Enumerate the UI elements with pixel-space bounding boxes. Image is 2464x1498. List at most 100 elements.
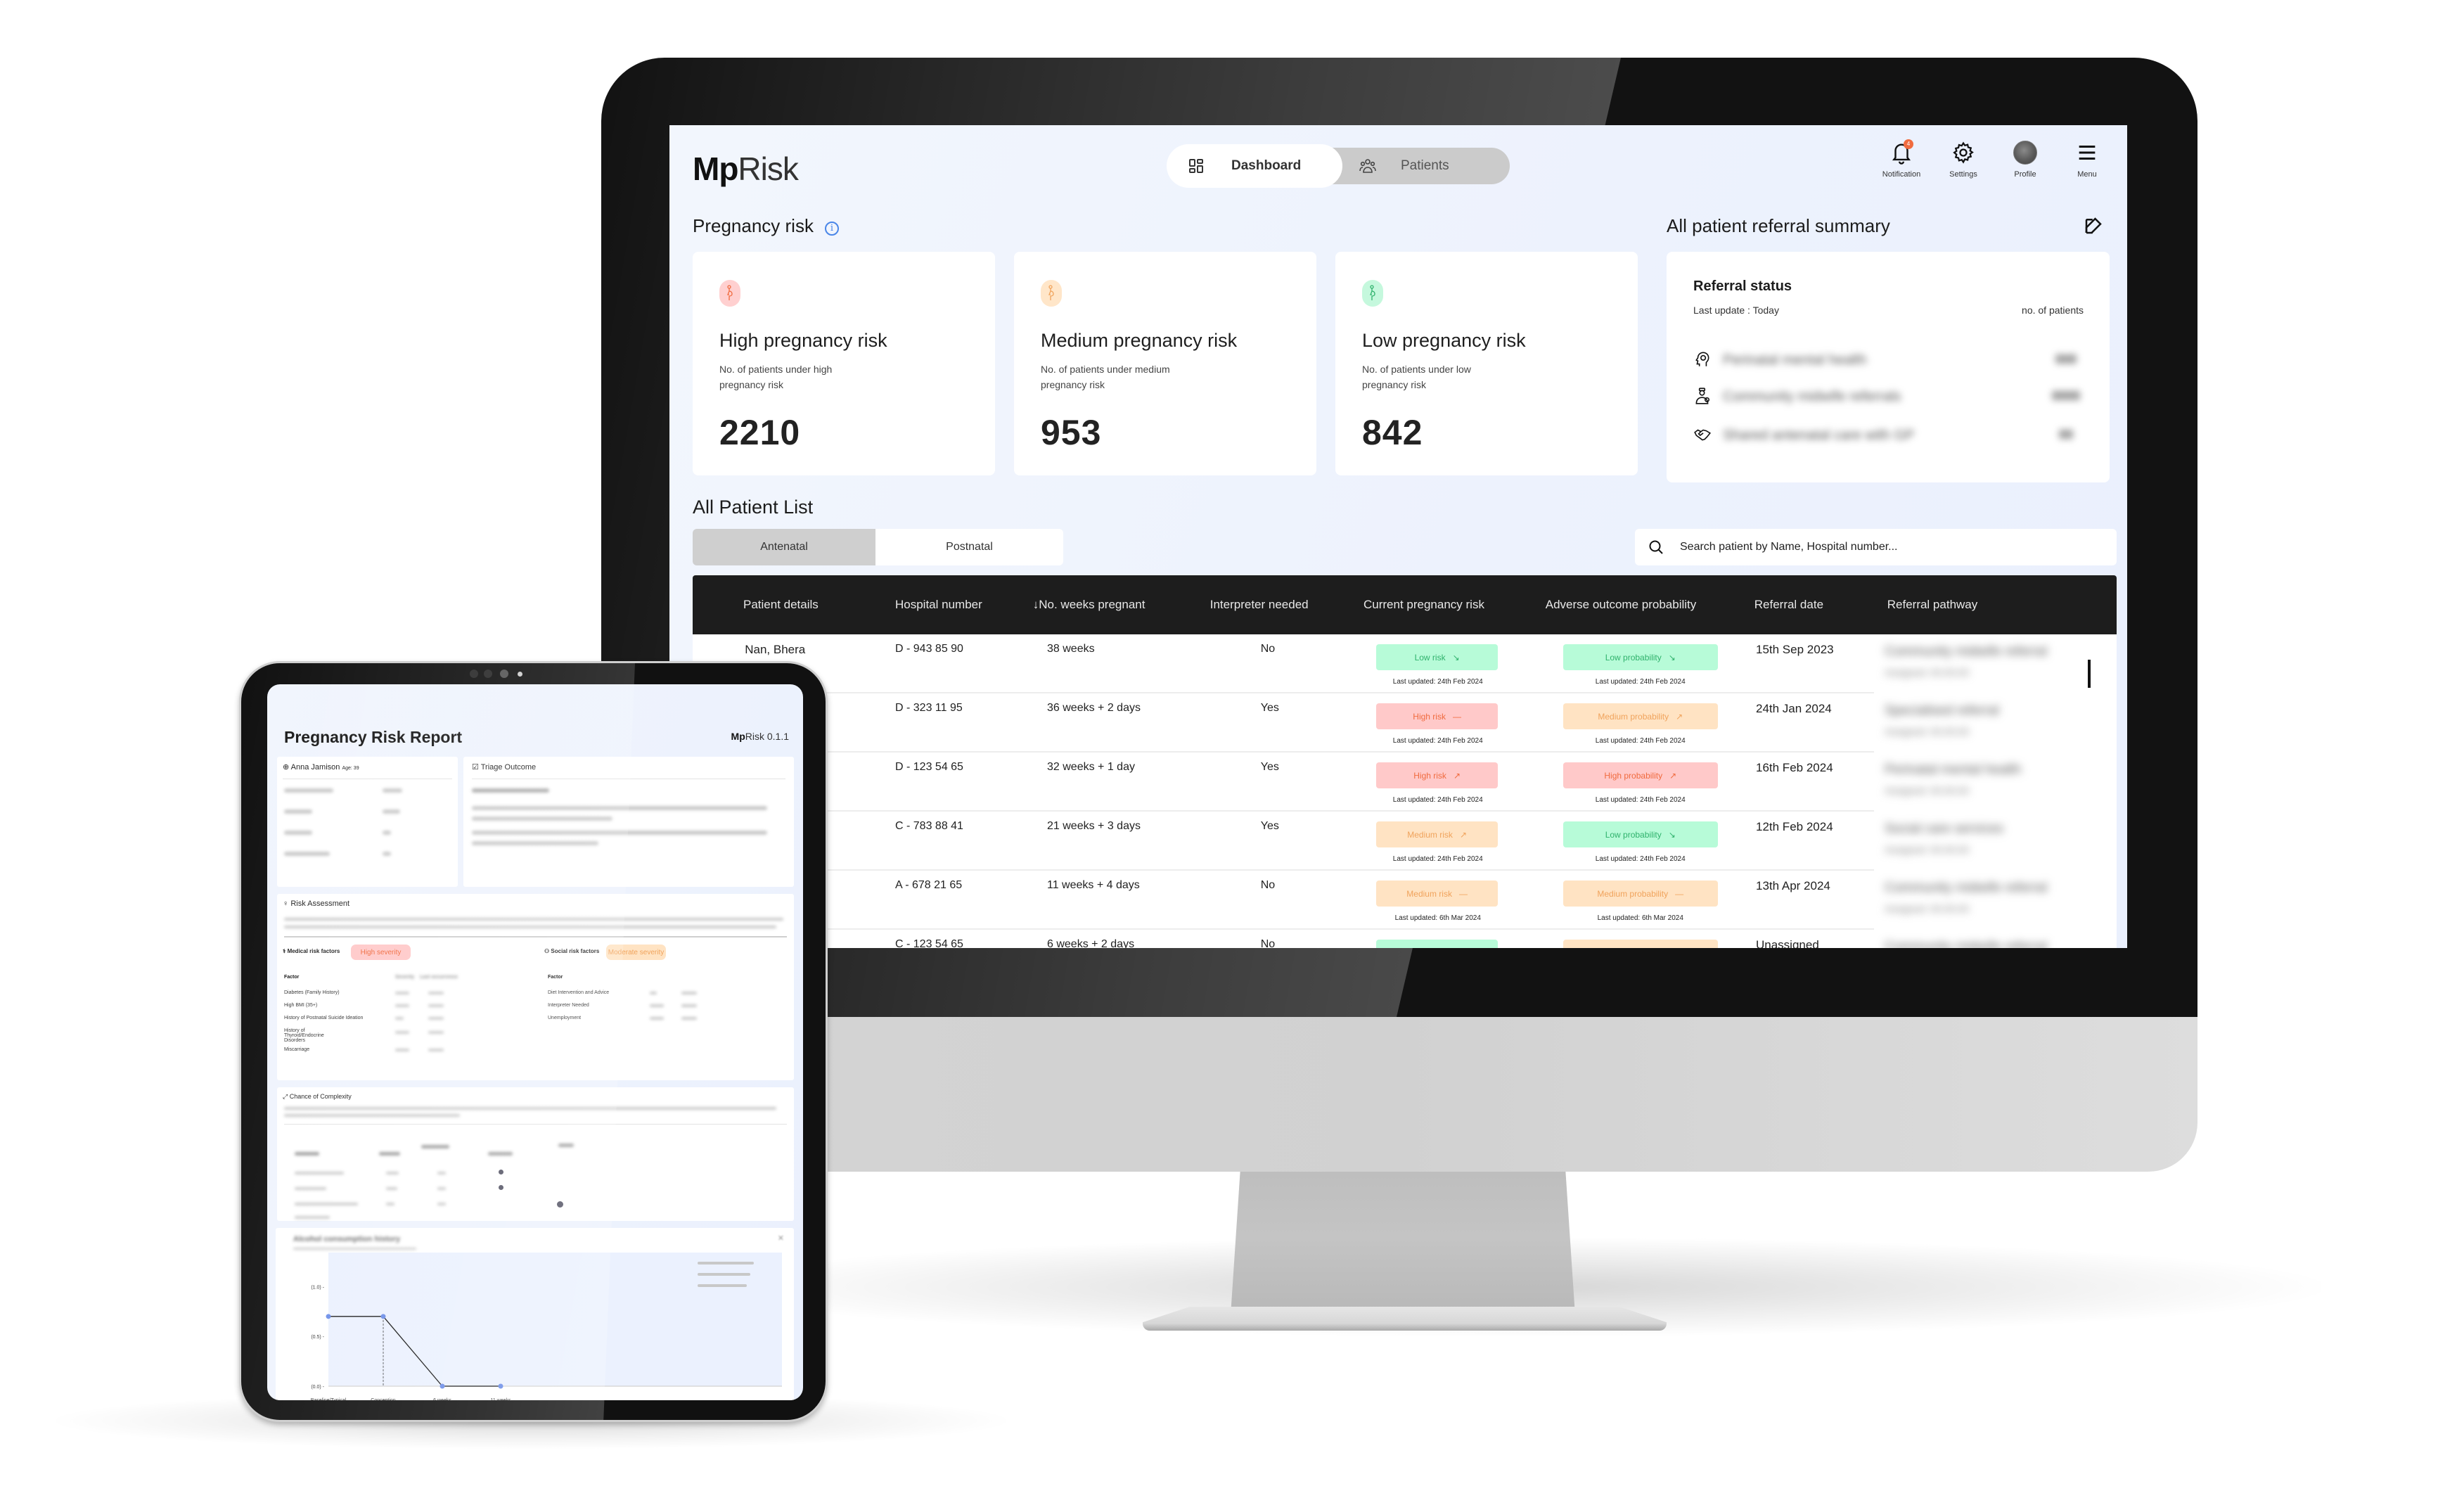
referral-pathway[interactable]: Perinatal mental health Assigned: 00.00.0…	[1885, 762, 2096, 796]
notification-label: Notification	[1882, 170, 1921, 179]
column-header[interactable]: Referral pathway	[1887, 575, 1978, 634]
medium-risk-card[interactable]: Medium pregnancy risk No. of patients un…	[1014, 252, 1316, 475]
probability-badge[interactable]: High probability ↗	[1563, 762, 1718, 788]
interpreter-needed: Yes	[1260, 761, 1279, 773]
referral-pathway-column: Community midwife referral Assigned: 00.0…	[1874, 634, 2117, 948]
probability-badge[interactable]: Low probability ↘	[1563, 644, 1718, 670]
referral-row[interactable]: Shared antenatal care with GP 00	[1693, 425, 2087, 447]
search-bar	[1635, 529, 2117, 565]
edit-icon[interactable]	[2083, 215, 2104, 236]
table-row[interactable]: aA - 678 21 6511 weeks + 4 daysNoMedium …	[693, 871, 1874, 930]
probability-badge[interactable]: Medium probability —	[1563, 881, 1718, 907]
referral-date: 16th Feb 2024	[1756, 761, 1833, 774]
card-subtitle: No. of patients under medium pregnancy r…	[1041, 364, 1170, 390]
referral-summary-title: All patient referral summary	[1667, 215, 1890, 236]
tab-postnatal[interactable]: Postnatal	[875, 529, 1063, 565]
sort-down-icon: ↓	[1032, 598, 1039, 611]
referral-row[interactable]: Perinatal mental health 000	[1693, 350, 2087, 371]
weeks-pregnant: 36 weeks + 2 days	[1047, 702, 1141, 714]
logo-light: Risk	[738, 151, 798, 187]
probability-badge[interactable]	[1563, 940, 1718, 948]
patient-table: Patient details Hospital number ↓No. wee…	[693, 575, 2117, 948]
settings-button[interactable]: Settings	[1935, 141, 1991, 179]
hospital-number: C - 783 88 41	[895, 820, 963, 832]
card-title: High pregnancy risk	[719, 330, 887, 351]
risk-badge[interactable]: Medium risk ↗	[1376, 821, 1499, 847]
table-row[interactable]: D - 323 11 95 36 weeks + 2 days Yes High ri…	[693, 693, 1874, 753]
column-header[interactable]: Hospital number	[895, 575, 982, 634]
referral-status-card: Referral status Last update : Today no. …	[1667, 252, 2110, 482]
referral-pathway[interactable]: Community midwife referral	[1885, 940, 2096, 948]
referral-pathway[interactable]: Community midwife referral Assigned: 00.0…	[1885, 644, 2096, 678]
probability-badge[interactable]: Low probability ↘	[1563, 821, 1718, 847]
blurred-text	[650, 1004, 664, 1007]
referral-pathway[interactable]: Community midwife referral Assigned: 00.0…	[1885, 881, 2096, 914]
tab-antenatal[interactable]: Antenatal	[693, 529, 875, 565]
table-row[interactable]: cyD - 123 54 6532 weeks + 1 dayYesHigh r…	[693, 753, 1874, 812]
avatar	[2013, 141, 2037, 165]
risk-badge[interactable]	[1376, 940, 1499, 948]
column-header[interactable]: Referral date	[1754, 575, 1823, 634]
column-header[interactable]: Adverse outcome probability	[1546, 575, 1697, 634]
card-count: 953	[1041, 413, 1102, 452]
referral-pathway[interactable]: Social care services Assigned: 00.00.00	[1885, 821, 2096, 855]
risk-updated: Last updated: 6th Mar 2024	[1394, 914, 1481, 922]
report-logo-bold: Mp	[731, 731, 745, 742]
search-icon	[1649, 540, 1663, 554]
tab-patients[interactable]: Patients	[1359, 148, 1500, 184]
risk-badge[interactable]: High risk ↗	[1376, 762, 1499, 788]
midwife-icon	[1695, 388, 1710, 404]
column-header[interactable]: Patient details	[743, 575, 819, 634]
probability-updated: Last updated: 24th Feb 2024	[1595, 737, 1686, 745]
pathway-label: Specialised referral	[1885, 703, 1999, 718]
app-logo[interactable]: MpRisk	[693, 150, 799, 188]
tab-dashboard[interactable]: Dashboard	[1167, 144, 1342, 188]
table-row[interactable]: C - 123 54 65 6 weeks + 2 days No Unassigne…	[693, 930, 1874, 948]
low-risk-card[interactable]: Low pregnancy risk No. of patients under…	[1335, 252, 1638, 475]
column-header-sorted[interactable]: ↓No. weeks pregnant	[1033, 575, 1146, 634]
pathway-sub: Assigned: 00.00.00	[1885, 903, 1969, 914]
interpreter-needed: No	[1260, 879, 1276, 891]
pathway-label: Community midwife referral	[1885, 881, 2048, 895]
search-input[interactable]	[1680, 541, 2074, 553]
referral-date: 15th Sep 2023	[1756, 643, 1834, 656]
pregnant-woman-icon	[1041, 280, 1062, 307]
risk-updated: Last updated: 24th Feb 2024	[1392, 855, 1483, 863]
risk-badge-label: High risk	[1413, 770, 1446, 781]
risk-badge-label: Medium risk	[1407, 829, 1453, 840]
info-icon[interactable]: i	[824, 222, 839, 236]
table-row[interactable]: C - 783 88 41 21 weeks + 3 days Yes Medium …	[693, 812, 1874, 871]
menu-button[interactable]: Menu	[2059, 141, 2115, 179]
referral-label: Shared antenatal care with GP	[1723, 428, 1915, 443]
risk-badge-label: Low risk	[1414, 652, 1446, 662]
probability-badge-label: Low probability	[1605, 829, 1662, 840]
trend-icon: —	[1452, 711, 1461, 722]
table-scrollbar[interactable]	[2088, 660, 2091, 688]
probability-badge[interactable]: Medium probability ↗	[1563, 703, 1718, 729]
probability-badge-label: Low probability	[1605, 652, 1662, 662]
notification-button[interactable]: 4 Notification	[1873, 139, 1930, 179]
hospital-number: C - 123 54 65	[895, 938, 963, 948]
risk-badge[interactable]: Medium risk —	[1376, 881, 1499, 907]
referral-label: Perinatal mental health	[1723, 352, 1867, 368]
column-header-label: No. weeks pregnant	[1039, 598, 1146, 611]
blurred-text	[650, 1017, 664, 1020]
interpreter-needed: Yes	[1260, 702, 1279, 714]
dashboard-grid-icon	[1189, 159, 1203, 173]
high-risk-card[interactable]: High pregnancy risk No. of patients unde…	[693, 252, 995, 475]
patient-name: Nan, Bhera	[745, 643, 806, 656]
table-row[interactable]: Nan, Bhera D - 943 85 90 38 weeks No Low ris…	[693, 634, 1874, 693]
column-header[interactable]: Current pregnancy risk	[1363, 575, 1484, 634]
blurred-text	[681, 992, 697, 994]
column-header[interactable]: Interpreter needed	[1210, 575, 1309, 634]
weeks-pregnant: 21 weeks + 3 days	[1047, 820, 1141, 832]
referral-pathway[interactable]: Specialised referral Assigned: 00.00.00	[1885, 703, 2096, 737]
profile-button[interactable]: Profile	[1997, 141, 2053, 179]
pregnancy-risk-heading: Pregnancy risk i	[693, 215, 839, 237]
referral-row[interactable]: Community midwife referrals 0000	[1693, 387, 2087, 408]
risk-badge[interactable]: Low risk ↘	[1376, 644, 1499, 670]
referral-date: 13th Apr 2024	[1756, 879, 1830, 892]
risk-badge[interactable]: High risk —	[1376, 703, 1499, 729]
dashboard-screen: MpRisk Dashboard Patients 4 Notification…	[669, 125, 2127, 948]
trend-icon: —	[1458, 888, 1468, 899]
